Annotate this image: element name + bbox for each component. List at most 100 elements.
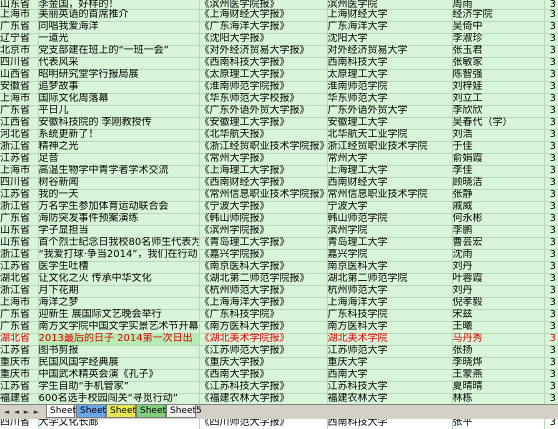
cell-number[interactable]: 3: [544, 333, 558, 345]
cell-author[interactable]: 宋兹: [452, 309, 545, 321]
table-row[interactable]: 湖北省 2013最后的日子 2014第一次日出 《湖北美术学院报》 湖北美术学院 马丹秀…: [0, 333, 558, 345]
cell-school[interactable]: 上海理工大学: [327, 165, 453, 177]
cell-number[interactable]: 3: [544, 261, 558, 273]
next-sheet-icon[interactable]: ►: [22, 407, 31, 417]
table-row[interactable]: 浙江省 精神之光 《浙江经贸职业技术学院报》 浙江经贸职业技术学院 于佳 3: [0, 141, 558, 153]
cell-newspaper[interactable]: 《杭州师范大学报》: [199, 285, 328, 297]
cell-school[interactable]: 江苏科技大学: [327, 381, 453, 393]
table-row[interactable]: 山东省首个烈士纪念日我校80名师生代表为参加活动《青岛理工大学报》青岛理工大学曹…: [0, 237, 558, 249]
cell-title[interactable]: 我的一天: [38, 189, 200, 201]
table-row[interactable]: 江苏省 图书剪报 《江苏师范大学报》 江苏师范大学 张扬 3: [0, 345, 558, 357]
table-row[interactable]: 广东省 同唱我爱海洋 《广东海洋大学报》 广东海洋大学 吴倚中 3: [0, 21, 558, 33]
cell-title[interactable]: 2013最后的日子 2014第一次日出: [38, 333, 200, 345]
cell-school[interactable]: 常州大学: [327, 153, 453, 165]
sheet-tab-3[interactable]: Sheet3: [106, 405, 142, 418]
cell-school[interactable]: 滨州学院: [327, 225, 453, 237]
cell-author[interactable]: 李欣欣: [452, 105, 545, 117]
cell-newspaper[interactable]: 《江苏师范大学报》: [199, 345, 328, 357]
cell-school[interactable]: 淮南师范学院: [327, 81, 453, 93]
cell-number[interactable]: 3: [544, 237, 558, 249]
cell-newspaper[interactable]: 《滨州医学院报》: [199, 0, 328, 9]
cell-province[interactable]: 江西省: [0, 117, 39, 129]
cell-author[interactable]: 夏晴晴: [452, 381, 545, 393]
cell-province[interactable]: 上海市: [0, 165, 39, 177]
table-row[interactable]: 江苏省 足音 《常州大学报》 常州大学 俞娟霞 3: [0, 153, 558, 165]
cell-province[interactable]: 辽宁省: [0, 33, 39, 45]
cell-province[interactable]: 河北省: [0, 129, 39, 141]
cell-province[interactable]: 浙江省: [0, 141, 39, 153]
cell-school[interactable]: 广东海洋大学: [327, 21, 453, 33]
cell-newspaper[interactable]: 《广东外语外贸大学报》: [199, 105, 328, 117]
cell-title[interactable]: 海洋之梦: [38, 297, 200, 309]
cell-number[interactable]: 3: [544, 201, 558, 213]
cell-school[interactable]: 湖北美术学院: [327, 333, 453, 345]
cell-school[interactable]: 青岛理工大学: [327, 237, 453, 249]
cell-school[interactable]: 宁波大学: [327, 201, 453, 213]
cell-school[interactable]: 上海财经大学: [327, 9, 453, 21]
cell-province[interactable]: 湖北省: [0, 273, 39, 285]
cell-author[interactable]: 王蒙燕: [452, 369, 545, 381]
cell-newspaper[interactable]: 《重庆大学报》: [199, 357, 328, 369]
cell-newspaper[interactable]: 《上海财经大学报》: [199, 9, 328, 21]
cell-province[interactable]: 广东省: [0, 105, 39, 117]
table-row[interactable]: 安徽省 追梦故事 《淮南师范学院报》 淮南师范学院 刘梓娃 3: [0, 81, 558, 93]
cell-author[interactable]: 马丹秀: [452, 333, 545, 345]
sheet-tab-5[interactable]: Sheet5: [166, 405, 202, 418]
cell-school[interactable]: 西南科技大学: [327, 57, 453, 69]
cell-school[interactable]: 西南财经大学: [327, 177, 453, 189]
cell-title[interactable]: 海防突发事件预案演练: [38, 213, 200, 225]
cell-school[interactable]: 滨州医学院: [327, 0, 453, 9]
cell-newspaper[interactable]: 《南方医科大学报》: [199, 321, 328, 333]
cell-province[interactable]: 上海市: [0, 297, 39, 309]
cell-number[interactable]: 3: [544, 69, 558, 81]
cell-school[interactable]: 上海海洋大学: [327, 297, 453, 309]
cell-school[interactable]: 对外经济贸易大学: [327, 45, 453, 57]
table-row[interactable]: 浙江省 月下花期 《杭州师范大学报》 杭州师范大学 刘丹 3: [0, 285, 558, 297]
cell-title[interactable]: 医学生吐槽: [38, 261, 200, 273]
cell-author[interactable]: 陈智强: [452, 69, 545, 81]
cell-newspaper[interactable]: 《对外经济贸易大学报》: [199, 45, 328, 57]
cell-author[interactable]: 周雨: [452, 0, 545, 9]
cell-title[interactable]: 万名学生参加体育运动联合会: [38, 201, 200, 213]
cell-author[interactable]: 戚威: [452, 201, 545, 213]
cell-newspaper[interactable]: 《上海海洋大学报》: [199, 297, 328, 309]
cell-title[interactable]: “我爱打球·争当2014”，我们在行动: [38, 249, 200, 261]
cell-title[interactable]: 国际文化周落幕: [38, 93, 200, 105]
cell-title[interactable]: 平日儿: [38, 105, 200, 117]
cell-newspaper[interactable]: 《西南科技大学报》: [199, 57, 328, 69]
cell-author[interactable]: 曹芸宏: [452, 237, 545, 249]
cell-author[interactable]: 吴倚中: [452, 21, 545, 33]
cell-number[interactable]: 3: [544, 0, 558, 9]
sheet-tab-4[interactable]: Sheet4: [136, 405, 172, 418]
sheet-tab-1[interactable]: Sheet1: [46, 405, 82, 418]
cell-number[interactable]: 3: [544, 93, 558, 105]
cell-newspaper[interactable]: 《北华航天报》: [199, 129, 328, 141]
table-row[interactable]: 江西省 安徽科技院的 李刚教授传 《安徽理工大学报》 安徽理工大学 吴春代（学） 3: [0, 117, 558, 129]
cell-number[interactable]: 3: [544, 297, 558, 309]
cell-newspaper[interactable]: 《安徽理工大学报》: [199, 117, 328, 129]
cell-number[interactable]: 3: [544, 381, 558, 393]
cell-number[interactable]: 3: [544, 177, 558, 189]
cell-newspaper[interactable]: 《韩山师院报》: [199, 213, 328, 225]
cell-province[interactable]: 上海市: [0, 93, 39, 105]
cell-province[interactable]: 四川省: [0, 57, 39, 69]
cell-author[interactable]: 李佳: [452, 165, 545, 177]
cell-author[interactable]: 刘丹: [452, 261, 545, 273]
cell-title[interactable]: 系统更新了！: [38, 129, 200, 141]
cell-author[interactable]: 张扬: [452, 345, 545, 357]
cell-newspaper[interactable]: 《广东科技学院》: [199, 309, 328, 321]
cell-title[interactable]: 学子显担当: [38, 225, 200, 237]
cell-school[interactable]: 北华航天工业学院: [327, 129, 453, 141]
cell-province[interactable]: 江苏省: [0, 381, 39, 393]
cell-newspaper[interactable]: 《宁波大学报》: [199, 201, 328, 213]
cell-author[interactable]: 吴春代（学）: [452, 117, 545, 129]
table-row[interactable]: 辽宁省 一道光 《沈阳大学报》 沈阳大学 李淑珍 3: [0, 33, 558, 45]
cell-newspaper[interactable]: 《浙江经贸职业技术学院报》: [199, 141, 328, 153]
cell-number[interactable]: 3: [544, 105, 558, 117]
table-row[interactable]: 重庆市 中国武术精英会演《孔子》 《西南大学报》 西南大学 王蒙燕 3: [0, 369, 558, 381]
cell-school[interactable]: 杭州师范大学: [327, 285, 453, 297]
table-row[interactable]: 山西省 昭明研究堂学行报局展 《太原理工大学报》 太原理工大学 陈智强 3: [0, 69, 558, 81]
cell-newspaper[interactable]: 《江苏科技大学报》: [199, 381, 328, 393]
cell-author[interactable]: 张玉君: [452, 45, 545, 57]
cell-author[interactable]: 顾晓洁: [452, 177, 545, 189]
